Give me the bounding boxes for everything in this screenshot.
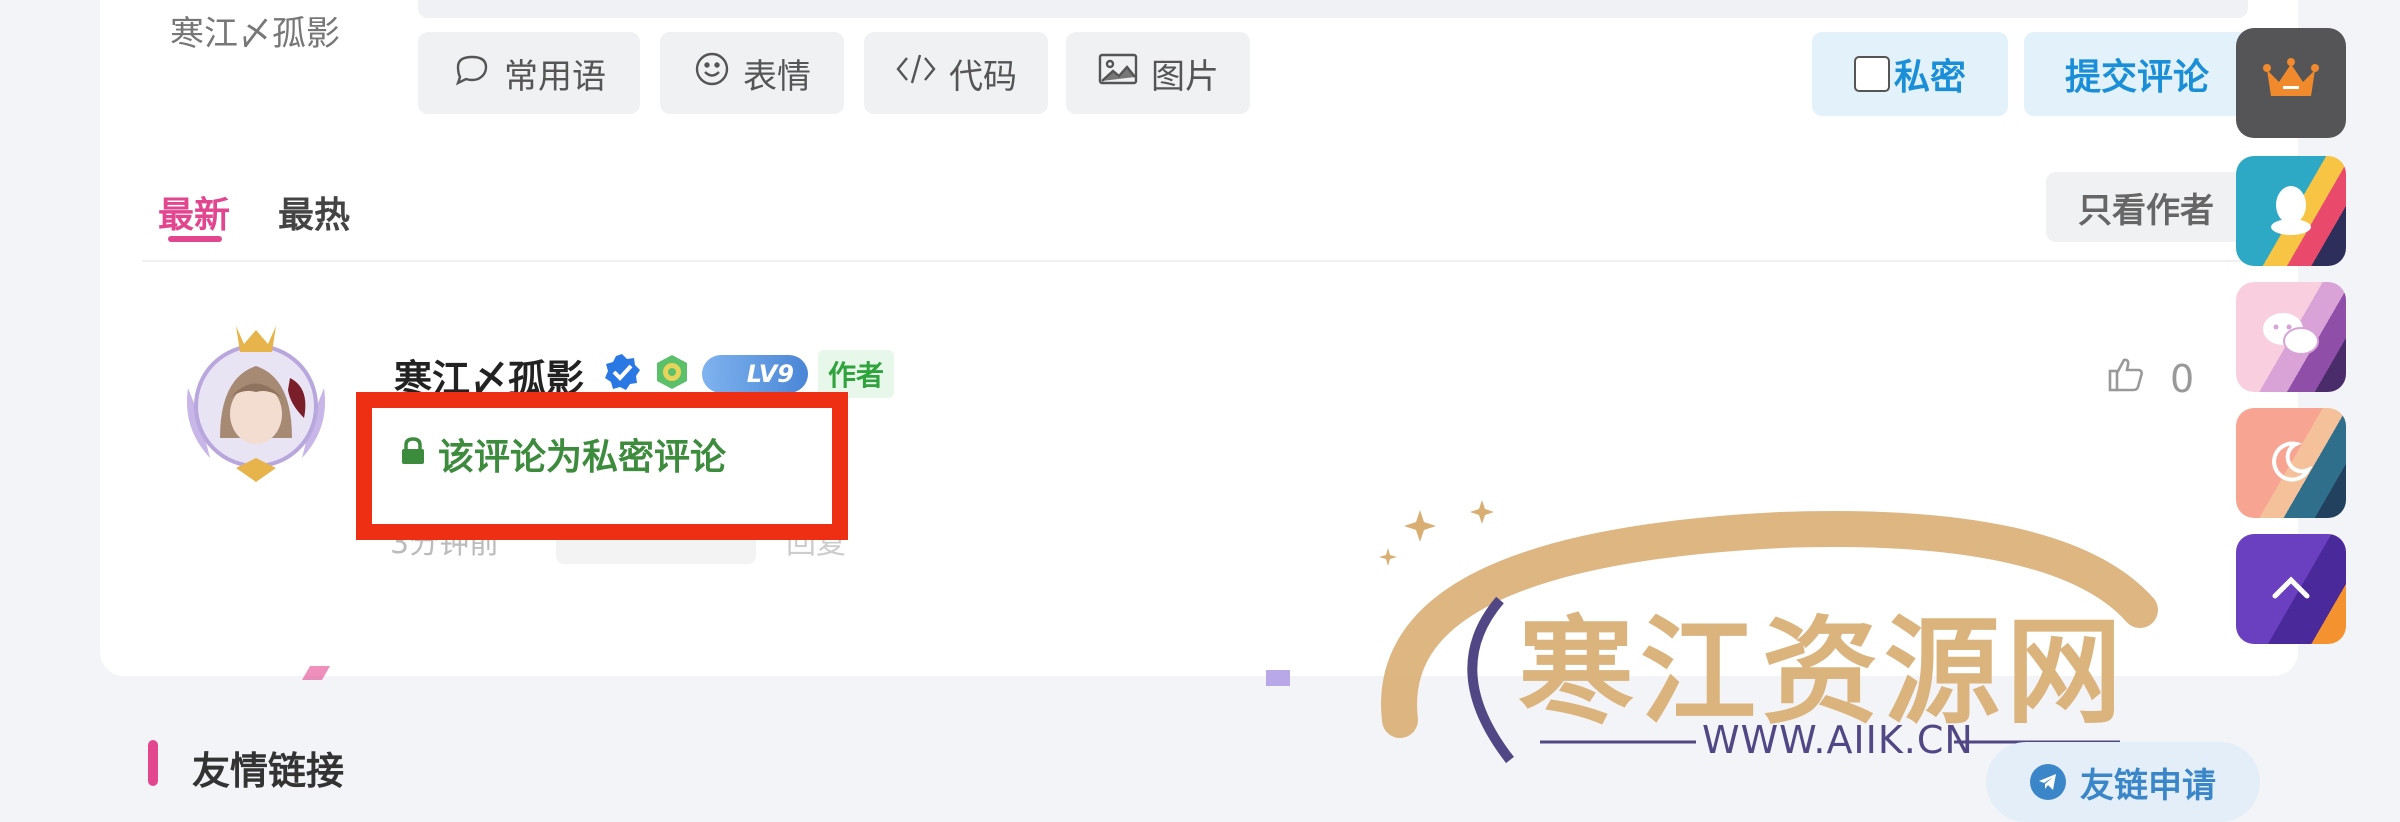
private-checkbox[interactable] [1853, 56, 1890, 92]
smiley-icon [693, 50, 731, 97]
friend-links-title: 友情链接 [192, 749, 345, 793]
avatar[interactable] [180, 318, 332, 488]
active-tab-indicator [168, 236, 222, 242]
qq-penguin-icon [2263, 179, 2319, 243]
current-user-name: 寒江〆孤影 [170, 14, 340, 54]
wechat-button[interactable] [2236, 282, 2346, 392]
emoji-button[interactable]: 表情 [660, 32, 844, 114]
back-to-top-button[interactable] [2236, 534, 2346, 644]
apply-link-label: 友链申请 [2080, 765, 2216, 806]
thumbs-up-icon [2106, 354, 2146, 403]
emoji-label: 表情 [743, 56, 811, 97]
user-badges: LV9 作者 [602, 350, 895, 398]
image-button[interactable]: 图片 [1066, 32, 1250, 114]
image-label: 图片 [1151, 56, 1219, 97]
decorative-shape [1266, 670, 1290, 686]
level-label: LV9 [746, 360, 794, 388]
telegram-icon [2030, 764, 2066, 800]
code-label: 代码 [949, 56, 1017, 97]
moon-icon [2266, 436, 2316, 490]
medal-icon [652, 352, 692, 396]
common-phrases-button[interactable]: 常用语 [418, 32, 640, 114]
vip-button[interactable] [2236, 28, 2346, 138]
level-badge: LV9 [702, 355, 808, 393]
comment-input-edge[interactable] [418, 0, 2248, 18]
private-notice-text: 该评论为私密评论 [438, 437, 727, 478]
image-icon [1097, 51, 1139, 96]
code-icon [895, 50, 937, 97]
crown-icon [2261, 56, 2321, 110]
dark-mode-toggle[interactable] [2236, 408, 2346, 518]
chevron-up-icon [2269, 572, 2313, 606]
private-comment-notice: 该评论为私密评论 [400, 428, 726, 480]
tabs-divider [142, 260, 2250, 262]
submit-comment-button[interactable]: 提交评论 [2024, 32, 2250, 116]
qq-button[interactable] [2236, 156, 2346, 266]
author-tag: 作者 [818, 350, 895, 398]
author-only-button[interactable]: 只看作者 [2046, 172, 2252, 242]
verified-icon [602, 352, 642, 396]
section-accent-bar [148, 740, 158, 786]
lock-icon [400, 434, 426, 475]
private-label: 私密 [1893, 57, 1966, 98]
private-toggle-button[interactable]: 私密 [1812, 32, 2008, 116]
tab-newest[interactable]: 最新 [158, 186, 230, 238]
like-button[interactable]: 0 [2106, 354, 2194, 403]
watermark-url: WWW.AIIK.CN [1702, 718, 1974, 762]
common-phrases-label: 常用语 [504, 56, 606, 97]
tab-hottest[interactable]: 最热 [278, 186, 350, 238]
like-count: 0 [2170, 356, 2195, 401]
apply-link-button[interactable]: 友链申请 [1986, 742, 2260, 822]
code-button[interactable]: 代码 [864, 32, 1048, 114]
speech-bubble-icon [452, 49, 492, 98]
wechat-icon [2259, 307, 2323, 367]
